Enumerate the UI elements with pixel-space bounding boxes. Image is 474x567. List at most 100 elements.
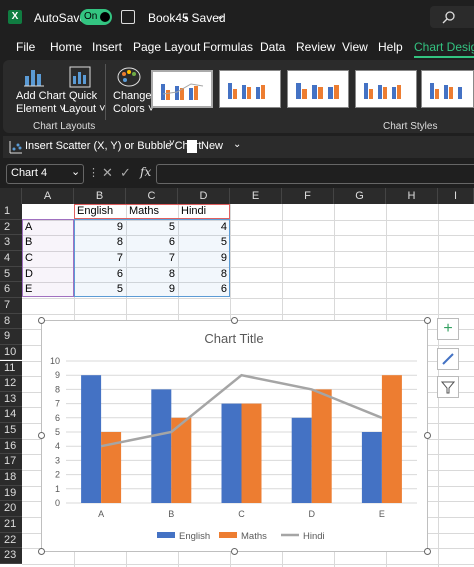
column-header-f[interactable]: F bbox=[282, 188, 334, 204]
row-header-9[interactable]: 9 bbox=[0, 329, 22, 345]
column-header-b[interactable]: B bbox=[74, 188, 126, 204]
tab-review[interactable]: Review bbox=[296, 40, 335, 54]
value-cell[interactable]: 6 bbox=[178, 283, 230, 295]
change-colors-button[interactable]: Change Colors ˅ bbox=[109, 64, 154, 118]
quick-layout-button[interactable]: Quick Layout ˅ bbox=[59, 64, 106, 118]
row-header-7[interactable]: 7 bbox=[0, 297, 22, 314]
row-header-15[interactable]: 15 bbox=[0, 423, 22, 439]
row-header-1[interactable]: 1 bbox=[0, 204, 22, 220]
header-english[interactable]: English bbox=[74, 205, 116, 217]
row-header-22[interactable]: 22 bbox=[0, 532, 22, 549]
enter-icon[interactable]: ✓ bbox=[120, 165, 131, 181]
row-header-10[interactable]: 10 bbox=[0, 344, 22, 361]
chart-style-5[interactable] bbox=[421, 70, 474, 108]
category-cell[interactable]: A bbox=[22, 221, 35, 233]
name-box[interactable]: Chart 4 ⌄ bbox=[6, 164, 84, 184]
resize-handle-ml[interactable] bbox=[38, 432, 45, 439]
row-header-11[interactable]: 11 bbox=[0, 360, 22, 377]
insert-function-button[interactable]: fx bbox=[140, 165, 151, 179]
resize-handle-br[interactable] bbox=[424, 548, 431, 555]
column-header-e[interactable]: E bbox=[230, 188, 282, 204]
value-cell[interactable]: 8 bbox=[126, 268, 178, 280]
row-header-20[interactable]: 20 bbox=[0, 501, 22, 517]
column-header-c[interactable]: C bbox=[126, 188, 178, 204]
row-header-14[interactable]: 14 bbox=[0, 407, 22, 424]
column-header-d[interactable]: D bbox=[178, 188, 230, 204]
category-cell[interactable]: D bbox=[22, 268, 36, 280]
value-cell[interactable]: 7 bbox=[74, 252, 126, 264]
chart-style-3[interactable] bbox=[287, 70, 349, 108]
tab-file[interactable]: File bbox=[16, 40, 35, 54]
resize-handle-mr[interactable] bbox=[424, 432, 431, 439]
worksheet-grid[interactable]: A B C D E F G H I 1 2 3 4 5 6 7 8 9 10 11 12 13 14 15 1… bbox=[0, 188, 474, 567]
chart-style-4[interactable] bbox=[355, 70, 417, 108]
chevron-down-icon[interactable]: ˅ bbox=[169, 138, 175, 149]
value-cell[interactable]: 7 bbox=[126, 252, 178, 264]
value-cell[interactable]: 8 bbox=[74, 236, 126, 248]
row-header-13[interactable]: 13 bbox=[0, 391, 22, 408]
resize-handle-bl[interactable] bbox=[38, 548, 45, 555]
value-cell[interactable]: 8 bbox=[178, 268, 230, 280]
value-cell[interactable]: 6 bbox=[74, 268, 126, 280]
row-header-6[interactable]: 6 bbox=[0, 282, 22, 298]
row-header-23[interactable]: 23 bbox=[0, 548, 22, 564]
row-header-21[interactable]: 21 bbox=[0, 517, 22, 533]
select-all-corner[interactable] bbox=[0, 188, 22, 204]
save-icon[interactable] bbox=[121, 10, 135, 24]
value-cell[interactable]: 5 bbox=[74, 283, 126, 295]
tab-help[interactable]: Help bbox=[378, 40, 403, 54]
row-header-12[interactable]: 12 bbox=[0, 376, 22, 392]
new-button[interactable]: New bbox=[201, 140, 223, 152]
value-cell[interactable]: 9 bbox=[74, 221, 126, 233]
value-cell[interactable]: 9 bbox=[178, 252, 230, 264]
row-header-16[interactable]: 16 bbox=[0, 438, 22, 455]
column-header-g[interactable]: G bbox=[334, 188, 386, 204]
header-hindi[interactable]: Hindi bbox=[178, 205, 209, 217]
insert-scatter-button[interactable]: Insert Scatter (X, Y) or Bubble Chart bbox=[25, 140, 201, 152]
chart-elements-plus-icon[interactable]: + bbox=[437, 318, 459, 340]
value-cell[interactable]: 4 bbox=[178, 221, 230, 233]
resize-handle-tm[interactable] bbox=[231, 317, 238, 324]
chart-frame[interactable]: Chart Title 0 1 2 3 4 5 6 7 8 9 10 A B C D E English Maths… bbox=[41, 320, 428, 552]
tab-chart-design[interactable]: Chart Design bbox=[414, 40, 474, 54]
formula-input[interactable] bbox=[156, 164, 474, 184]
row-header-19[interactable]: 19 bbox=[0, 485, 22, 502]
category-cell[interactable]: B bbox=[22, 236, 35, 248]
add-chart-element-button[interactable]: Add Chart Element ˅ bbox=[11, 64, 66, 118]
header-maths[interactable]: Maths bbox=[126, 205, 162, 217]
chart-styles-brush-icon[interactable] bbox=[437, 348, 459, 370]
tab-insert[interactable]: Insert bbox=[92, 40, 122, 54]
resize-handle-bm[interactable] bbox=[231, 548, 238, 555]
tab-formulas[interactable]: Formulas bbox=[203, 40, 253, 54]
row-header-5[interactable]: 5 bbox=[0, 266, 22, 283]
row-header-18[interactable]: 18 bbox=[0, 470, 22, 486]
file-name[interactable]: Book45 bbox=[148, 11, 189, 25]
tab-home[interactable]: Home bbox=[50, 40, 82, 54]
value-cell[interactable]: 5 bbox=[126, 221, 178, 233]
resize-handle-tr[interactable] bbox=[424, 317, 431, 324]
chart-style-2[interactable] bbox=[219, 70, 281, 108]
chart[interactable]: Chart Title 0 1 2 3 4 5 6 7 8 9 10 A B C D E English Maths… bbox=[42, 321, 427, 551]
column-header-h[interactable]: H bbox=[386, 188, 438, 204]
row-header-2[interactable]: 2 bbox=[0, 219, 22, 236]
category-cell[interactable]: E bbox=[22, 283, 35, 295]
category-cell[interactable]: C bbox=[22, 252, 36, 264]
chart-style-1[interactable] bbox=[151, 70, 213, 108]
row-header-3[interactable]: 3 bbox=[0, 235, 22, 251]
column-header-i[interactable]: I bbox=[438, 188, 474, 204]
chevron-down-icon[interactable]: ⌄ bbox=[216, 9, 225, 22]
value-cell[interactable]: 5 bbox=[178, 236, 230, 248]
autosave-toggle[interactable]: On bbox=[80, 9, 112, 25]
tab-page-layout[interactable]: Page Layout bbox=[133, 40, 200, 54]
tab-view[interactable]: View bbox=[342, 40, 368, 54]
resize-handle-tl[interactable] bbox=[38, 317, 45, 324]
value-cell[interactable]: 9 bbox=[126, 283, 178, 295]
row-header-17[interactable]: 17 bbox=[0, 454, 22, 471]
chart-filters-funnel-icon[interactable] bbox=[437, 376, 459, 398]
row-header-8[interactable]: 8 bbox=[0, 313, 22, 330]
row-header-4[interactable]: 4 bbox=[0, 250, 22, 267]
tab-data[interactable]: Data bbox=[260, 40, 285, 54]
search-box[interactable] bbox=[430, 6, 474, 28]
cancel-icon[interactable]: ✕ bbox=[102, 165, 113, 181]
column-header-a[interactable]: A bbox=[22, 188, 74, 204]
